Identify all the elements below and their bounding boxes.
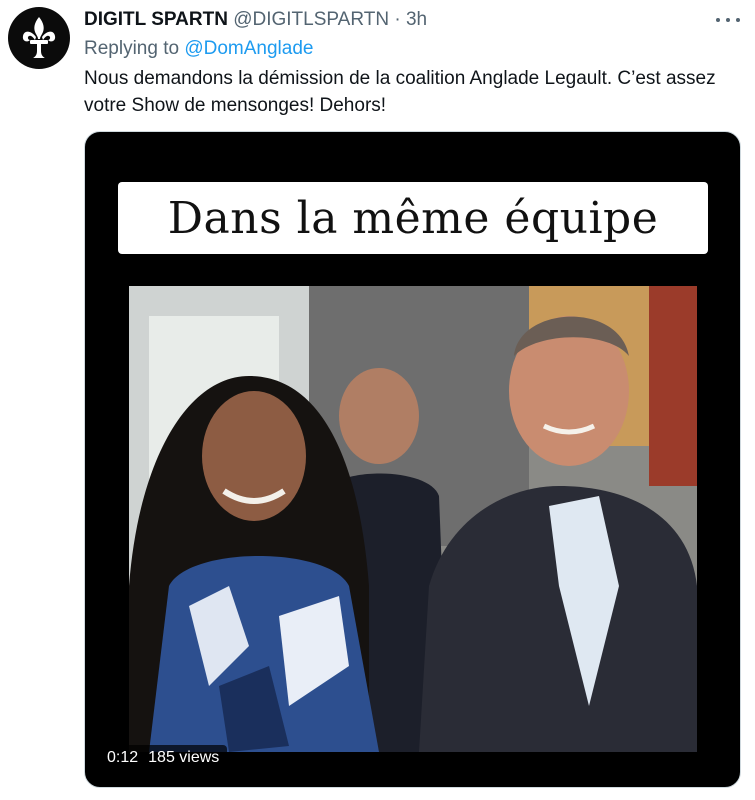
avatar[interactable]	[8, 7, 70, 69]
video-info-badge: 0:12 185 views	[99, 745, 228, 771]
display-name[interactable]: DIGITL SPARTN	[84, 9, 228, 30]
video-player[interactable]: Dans la même équipe 0:12 185 views	[84, 131, 741, 788]
fleur-de-lis-icon	[22, 17, 56, 58]
timestamp[interactable]: 3h	[406, 9, 427, 30]
tweet[interactable]: DIGITL SPARTN @DIGITLSPARTN · 3h Replyin…	[0, 0, 755, 800]
user-handle[interactable]: @DIGITLSPARTN	[233, 9, 389, 30]
replying-to: Replying to @DomAnglade	[84, 37, 313, 61]
reply-to-link[interactable]: @DomAnglade	[184, 38, 313, 59]
more-dot	[736, 18, 740, 22]
separator-dot: ·	[394, 9, 401, 30]
video-duration: 0:12	[107, 749, 139, 766]
video-frame[interactable]	[129, 286, 697, 752]
tweet-text: Nous demandons la démission de la coalit…	[84, 68, 716, 116]
tweet-header: DIGITL SPARTN @DIGITLSPARTN · 3h	[84, 8, 427, 32]
more-dot	[726, 18, 730, 22]
video-views: 185 views	[148, 749, 220, 766]
video-caption: Dans la même équipe	[167, 192, 659, 244]
caption-box: Dans la même équipe	[118, 182, 708, 254]
more-dot	[716, 18, 720, 22]
reply-prefix: Replying to	[84, 38, 180, 59]
more-options-icon[interactable]	[714, 10, 742, 30]
